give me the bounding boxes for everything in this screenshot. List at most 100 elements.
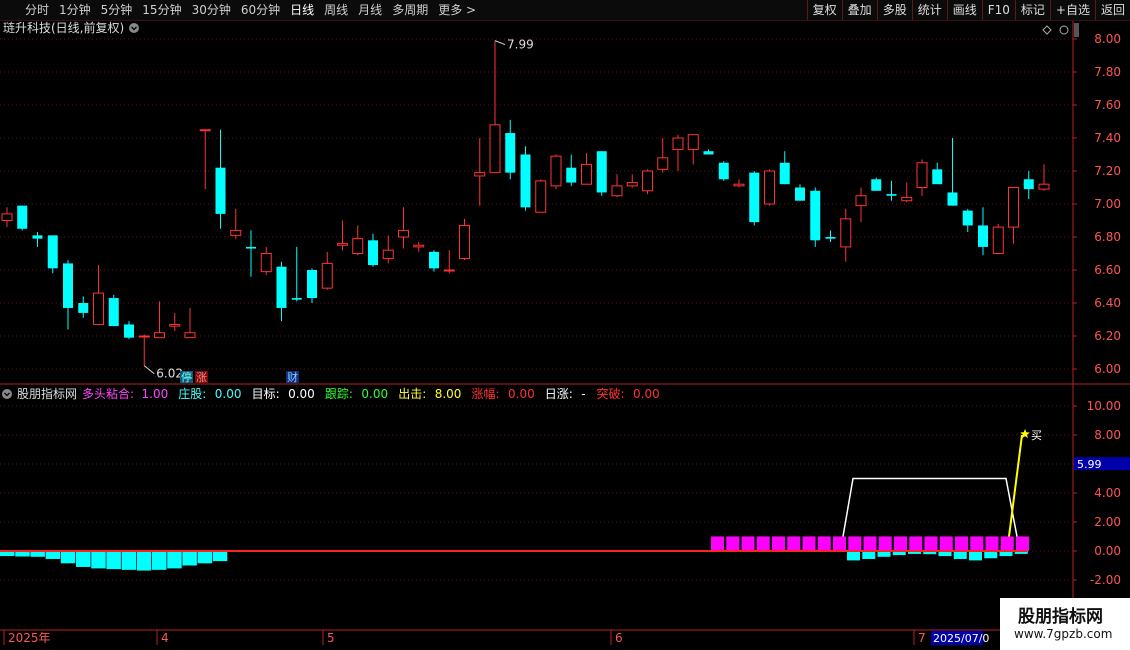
period-tabs: 分时 1分钟 5分钟 15分钟 30分钟 60分钟 日线 周线 月线 多周期 更多 > [20,0,481,20]
candle-body [566,167,577,183]
tab-4[interactable]: 30分钟 [187,0,236,20]
indicator-bar-magenta [878,536,892,551]
candle-body [429,251,439,269]
indicator-bar-cyan-right [953,551,967,559]
indicator-label-value: 0.00 [508,387,535,401]
candle-body [687,134,699,151]
indicator-bar-cyan [45,551,61,559]
main-y-tick: 7.80 [1094,65,1121,79]
toolbar-button-0[interactable]: 复权 [806,0,842,20]
toolbar-button-3[interactable]: 统计 [911,0,947,20]
event-badge: 财 [287,370,298,384]
candle-body [764,170,775,205]
indicator-bar-magenta [970,536,984,551]
toolbar-button-1[interactable]: 叠加 [841,0,877,20]
tab-8[interactable]: 月线 [353,0,387,20]
candle-body [520,154,531,208]
indicator-bar-magenta [955,536,968,551]
watermark-url: www.7gpzb.com [1014,627,1113,641]
date-label: 7 [918,631,926,645]
tab-2[interactable]: 5分钟 [96,0,138,20]
candle-body [626,182,638,187]
indicator-bar-cyan [152,551,167,570]
chart-area[interactable]: 8.00 7.80 7.60 7.40 7.20 7.00 6.80 6.60 6.40 6.20… [0,21,1130,650]
toolbar-button-7[interactable]: +自选 [1049,0,1095,20]
indicator-label-name: 目标: [252,387,280,401]
candle-body [825,237,836,239]
candle-body [32,235,43,239]
indicator-bar-magenta [833,536,846,551]
event-badge: 涨 [196,371,207,384]
indicator-bar-magenta [985,536,999,551]
candle-body [779,162,790,185]
indicator-label-value: 0.00 [361,387,388,401]
indicator-label-value: 1.00 [142,387,169,401]
tab-1[interactable]: 1分钟 [54,0,96,20]
indicator-bar-magenta [924,536,938,551]
indicator-chevron-icon [2,389,12,399]
indicator-bar-magenta [909,536,923,551]
tab-3[interactable]: 15分钟 [137,0,186,20]
candle-body [505,133,516,173]
candle-body [459,224,470,259]
candle-body [199,129,211,132]
indicator-bar-magenta [848,536,862,551]
toolbar-button-8[interactable]: 返回 [1094,0,1130,20]
indicator-bar-magenta [726,536,740,551]
indicator-bar-magenta [1000,536,1014,551]
indicator-label-name: 日涨: [545,386,573,401]
indicator-bar-cyan [136,551,152,571]
indicator-y-tick: 8.00 [1094,428,1121,442]
candle-body [352,238,364,254]
tab-6[interactable]: 日线 [285,0,319,20]
indicator-label-name: 跟踪: [325,387,353,401]
toolbar-button-6[interactable]: 标记 [1014,0,1050,20]
candle-body [474,172,486,177]
candle-body [489,124,501,174]
main-y-tick: 7.20 [1094,164,1121,178]
indicator-bar-magenta [939,536,953,551]
event-badge: 停 [181,370,192,384]
candle-body [886,194,897,196]
indicator-bar-cyan-right [862,551,876,559]
candle-body [810,190,821,241]
indicator-label-value: 8.00 [435,387,462,401]
candle-body [413,244,425,248]
candle-body [992,226,1004,255]
watermark-brand: 股朋指标网 www.7gpzb.com [1000,598,1130,650]
toolbar-button-2[interactable]: 多股 [876,0,912,20]
indicator-bar-cyan [167,551,182,569]
toolbar-button-5[interactable]: F10 [981,0,1015,20]
date-label: 4 [161,631,169,645]
candle-body [368,240,378,266]
candle-body [718,162,729,180]
chevron-down-icon [129,23,139,33]
candle-body [733,183,745,187]
high-annotation: 7.99 [507,38,534,52]
indicator-bar-cyan-right [984,551,998,559]
candle-body [93,292,104,325]
cursor-date: 2025/07/0 [933,632,989,645]
candle-body [947,192,958,206]
candle-body [124,324,134,338]
indicator-bar-cyan [197,551,213,564]
indicator-bar-magenta [787,536,801,551]
tab-5[interactable]: 60分钟 [236,0,285,20]
candle-body [581,163,592,185]
main-y-tick: 6.00 [1094,362,1121,376]
tab-10[interactable]: 更多 > [433,0,481,20]
candle-body [1038,183,1050,190]
candle-body [78,303,89,313]
candle-body [596,151,607,193]
tab-0[interactable]: 分时 [20,0,54,20]
scroll-handle [1074,23,1079,37]
candle-body [154,332,165,339]
indicator-label-value: - [581,387,585,401]
tab-7[interactable]: 周线 [319,0,353,20]
low-annotation-pointer [143,365,155,375]
toolbar-button-4[interactable]: 画线 [946,0,982,20]
candle-body [1008,187,1019,228]
candle-body [749,172,760,223]
candle-body [550,155,562,187]
tab-9[interactable]: 多周期 [387,0,433,20]
